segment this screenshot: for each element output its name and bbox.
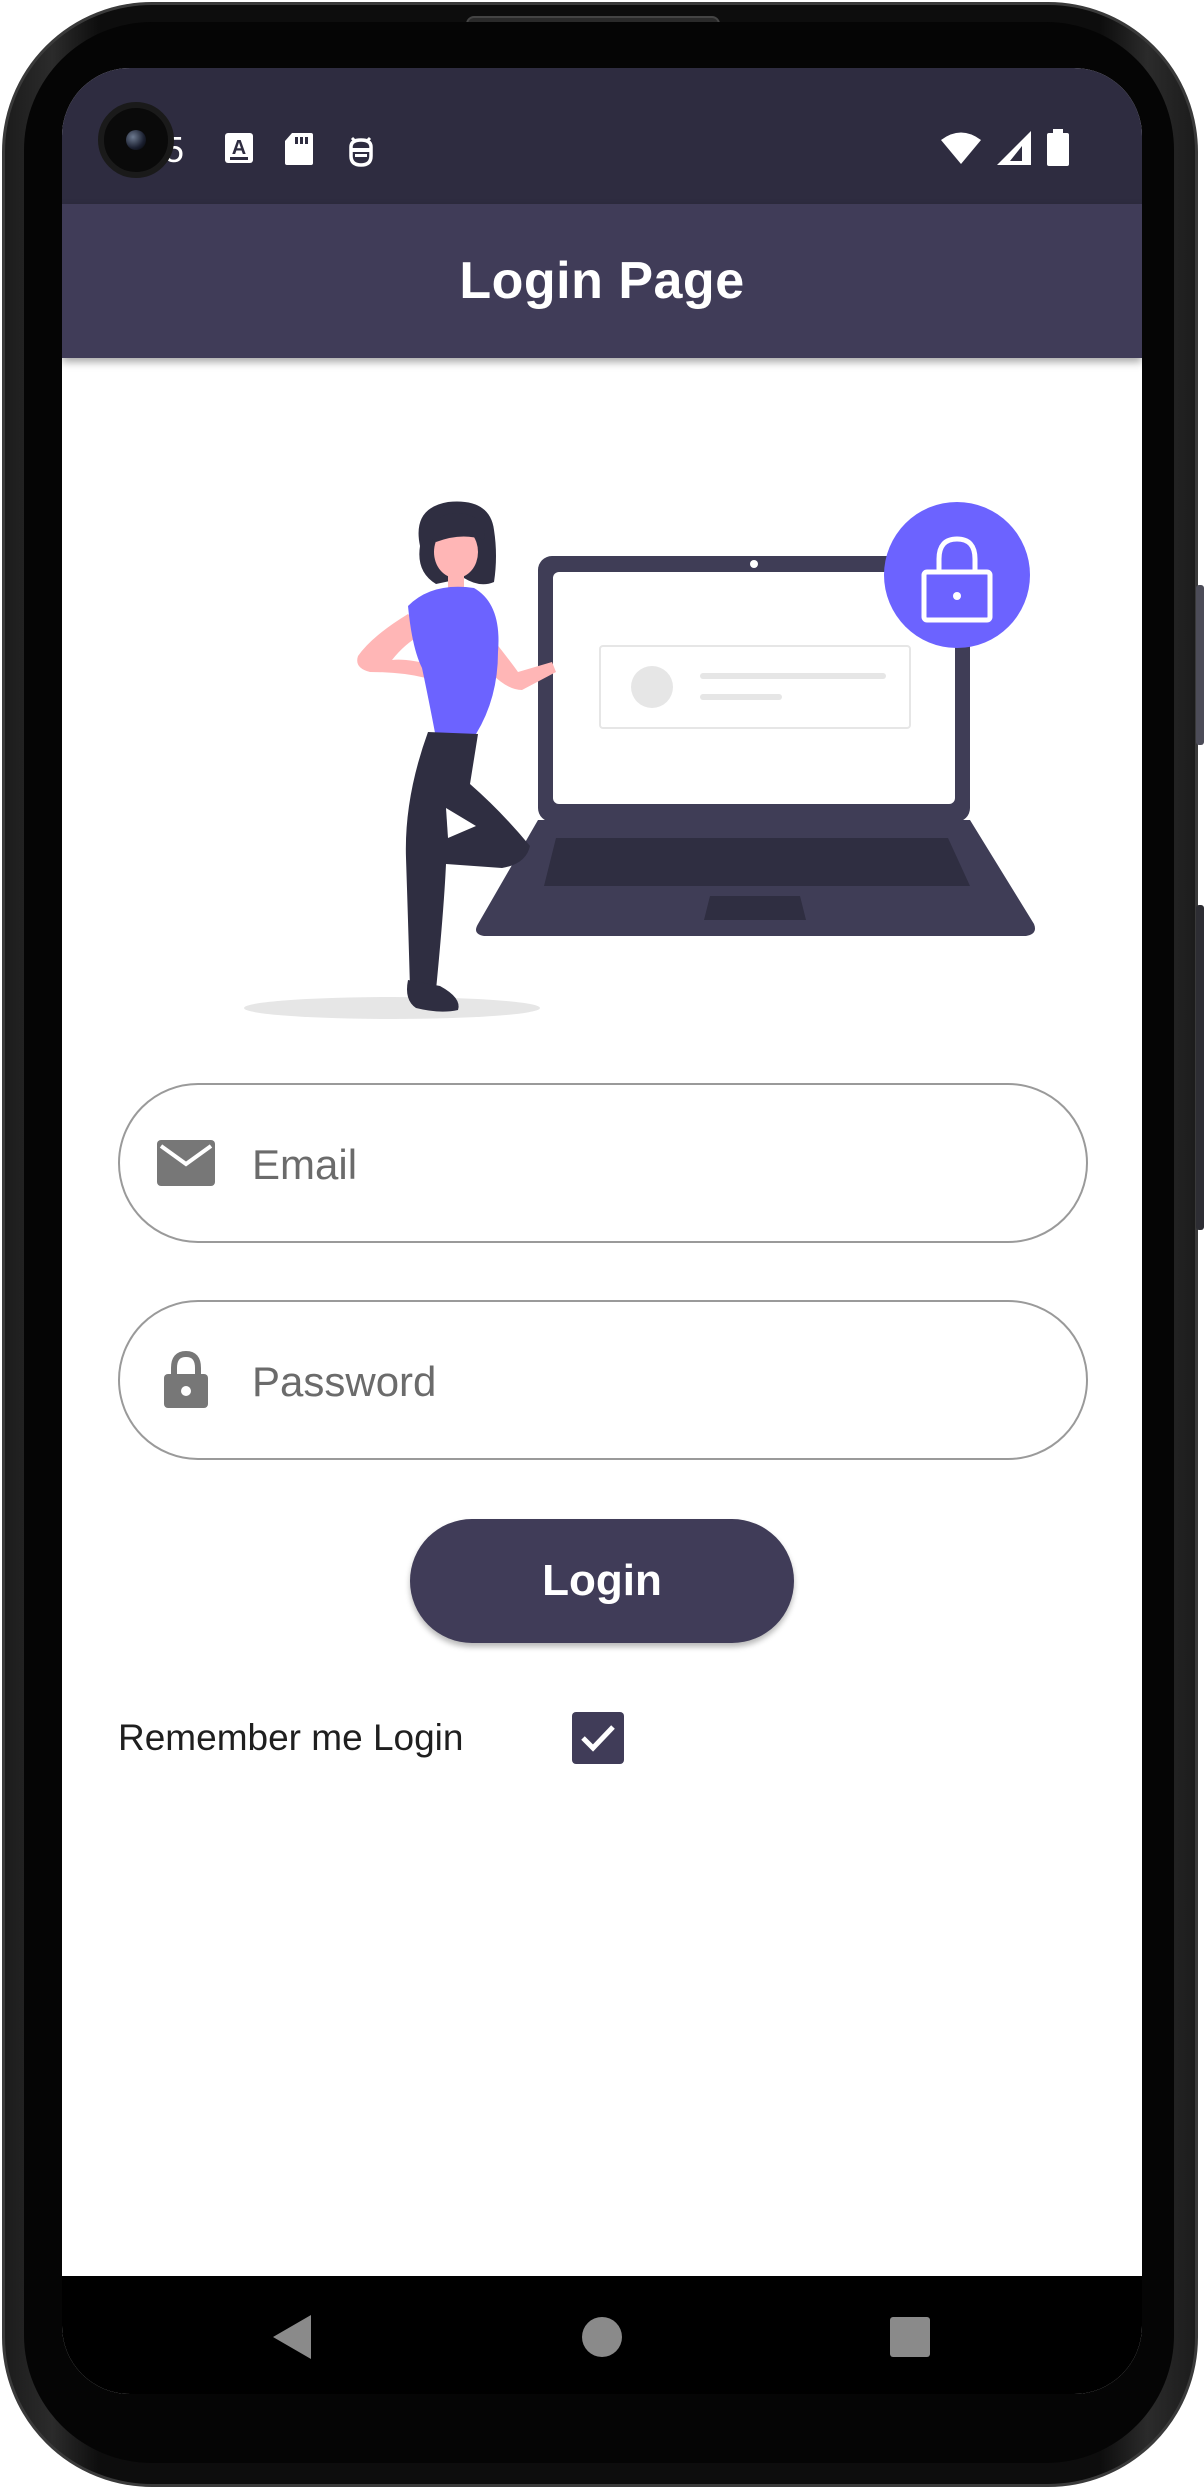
- check-icon: [581, 1725, 615, 1752]
- password-field[interactable]: [118, 1300, 1088, 1460]
- home-icon[interactable]: [567, 2302, 637, 2372]
- app-bar: Login Page: [62, 204, 1142, 358]
- status-right-icons: [940, 128, 1070, 172]
- remember-me-checkbox[interactable]: [572, 1712, 624, 1764]
- lock-icon: [156, 1350, 216, 1410]
- email-field[interactable]: [118, 1083, 1088, 1243]
- wifi-icon: [940, 131, 982, 170]
- mail-icon: [156, 1133, 216, 1193]
- email-input[interactable]: [250, 1135, 1046, 1195]
- cell-signal-icon: [996, 130, 1032, 171]
- phone-frame: 5 A Login Page Email Login Remember me L…: [0, 0, 1204, 2491]
- volume-button: [1196, 585, 1204, 745]
- navigation-bar: [62, 2276, 1142, 2394]
- power-button: [1196, 905, 1204, 1230]
- screen: 5 A Login Page Email Login Remember me L…: [62, 68, 1142, 2394]
- sd-card-icon: [284, 132, 314, 171]
- password-input[interactable]: [250, 1352, 1046, 1412]
- font-a-icon: A: [224, 132, 254, 169]
- debug-bug-icon: [346, 132, 376, 173]
- recents-icon[interactable]: [875, 2302, 945, 2372]
- svg-text:A: A: [232, 137, 246, 159]
- remember-me-label: Remember me Login: [118, 1717, 464, 1758]
- lock-badge: [884, 502, 1030, 648]
- status-bar: 5 A: [62, 68, 1142, 204]
- back-icon[interactable]: [258, 2302, 328, 2372]
- login-illustration: [244, 501, 1035, 1019]
- front-camera: [98, 102, 174, 178]
- floor-shadow: [244, 997, 540, 1019]
- remember-me-row: Remember me Login: [118, 1708, 624, 1768]
- battery-icon: [1046, 128, 1070, 172]
- login-button[interactable]: Login: [410, 1519, 794, 1643]
- page-title: Login Page: [459, 252, 745, 310]
